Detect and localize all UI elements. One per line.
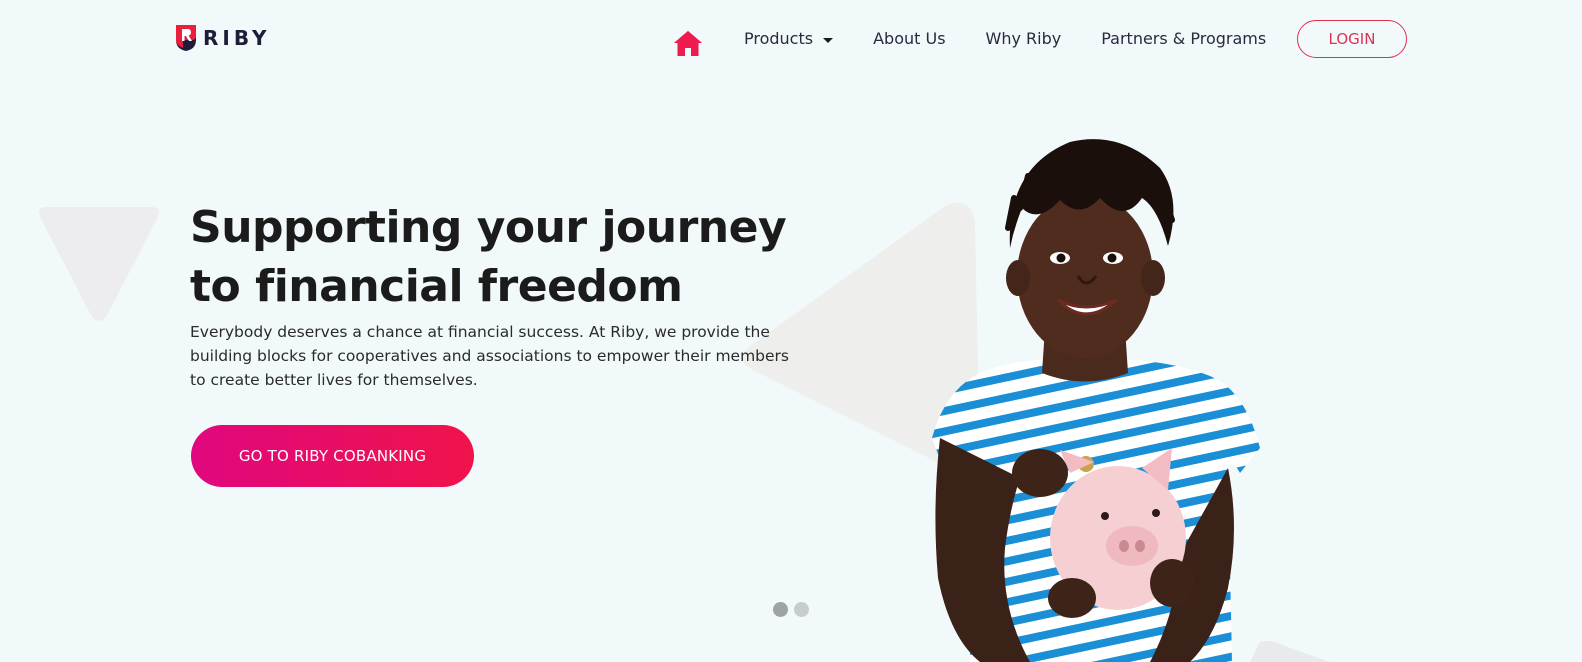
- carousel-dot-2[interactable]: [794, 602, 809, 617]
- nav-about-us[interactable]: About Us: [873, 28, 945, 50]
- home-icon[interactable]: [673, 29, 703, 57]
- riby-logo[interactable]: RIBY: [175, 24, 270, 52]
- riby-shield-logo-icon: [176, 25, 196, 51]
- nav-why-riby[interactable]: Why Riby: [986, 28, 1062, 50]
- hero-description: Everybody deserves a chance at financial…: [190, 323, 790, 389]
- navbar: RIBY Products About Us Why Riby Partners…: [0, 0, 1582, 78]
- decorative-triangle-left: [39, 207, 159, 321]
- caret-down-icon: [823, 37, 834, 43]
- nav-products-label: Products: [744, 29, 814, 48]
- hero-title: Supporting your journey to financial fre…: [190, 202, 787, 312]
- girl-with-piggy-bank-image: [932, 139, 1260, 662]
- carousel-indicators: [773, 602, 809, 617]
- nav-partners-programs[interactable]: Partners & Programs: [1101, 28, 1266, 50]
- main-nav: Products About Us Why Riby Partners & Pr…: [744, 28, 1266, 50]
- login-button[interactable]: LOGIN: [1297, 20, 1407, 58]
- go-to-cobanking-button[interactable]: GO TO RIBY COBANKING: [191, 425, 474, 487]
- brand-name: RIBY: [203, 26, 271, 50]
- nav-products-dropdown[interactable]: Products: [744, 28, 834, 50]
- carousel-dot-1[interactable]: [773, 602, 788, 617]
